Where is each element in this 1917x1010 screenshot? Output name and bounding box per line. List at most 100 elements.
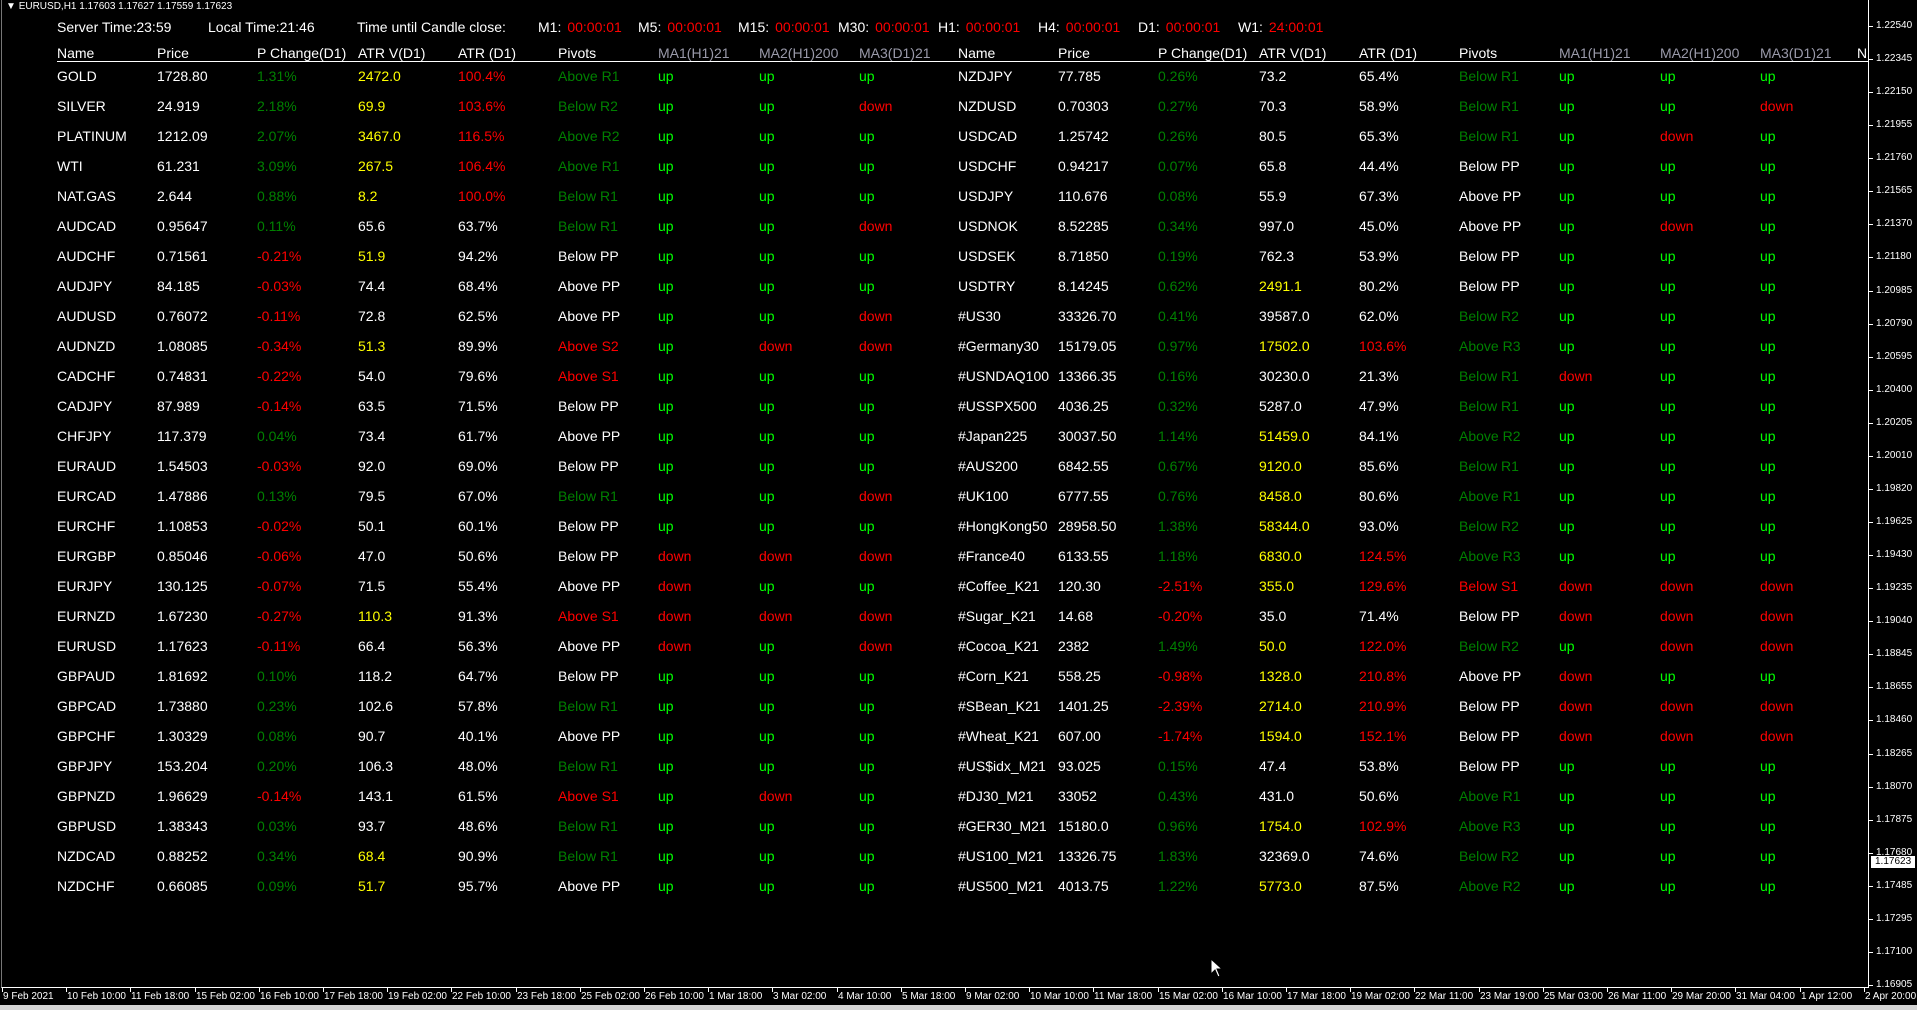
cell-name[interactable]: #Germany30 [958, 337, 1039, 355]
cell-name[interactable]: #USSPX500 [958, 397, 1037, 415]
price-tick [1869, 754, 1873, 755]
cell-atr-percent: 61.7% [458, 428, 498, 444]
cell-name[interactable]: #UK100 [958, 487, 1009, 505]
cell-name[interactable]: USDTRY [958, 277, 1015, 295]
column-header-atr-percent[interactable]: ATR (D1) [458, 45, 516, 61]
price-label: 1.17100 [1876, 946, 1913, 957]
cell-name[interactable]: #US$idx_M21 [958, 757, 1046, 775]
cell-atr-value: 71.5 [358, 578, 386, 594]
cell-name[interactable]: #DJ30_M21 [958, 787, 1034, 805]
cell-ma1: up [658, 728, 674, 744]
cell-p-change: -0.27% [257, 608, 302, 624]
cell-name[interactable]: #SBean_K21 [958, 697, 1041, 715]
cell-name[interactable]: AUDCAD [57, 217, 116, 235]
cell-name[interactable]: #Japan225 [958, 427, 1027, 445]
cell-name[interactable]: #AUS200 [958, 457, 1018, 475]
column-header-ma3[interactable]: MA3(D1)21 [859, 45, 931, 61]
column-header-atr-value[interactable]: ATR V(D1) [1259, 45, 1326, 61]
price-tick [1869, 787, 1873, 788]
cell-name[interactable]: NZDJPY [958, 67, 1012, 85]
cell-name[interactable]: #HongKong50 [958, 517, 1048, 535]
cell-pivots: Below R1 [1459, 128, 1519, 144]
cell-ma3: up [1760, 278, 1776, 294]
column-header-ma1[interactable]: MA1(H1)21 [658, 45, 730, 61]
cell-atr-percent: 87.5% [1359, 878, 1399, 894]
cell-atr-percent: 84.1% [1359, 428, 1399, 444]
column-header-ma2[interactable]: MA2(H1)200 [759, 45, 838, 61]
timer-label: H4: [1038, 19, 1060, 35]
cell-name[interactable]: EURGBP [57, 547, 116, 565]
collapse-triangle-icon[interactable]: ▼ [6, 1, 16, 12]
cell-name[interactable]: NAT.GAS [57, 187, 116, 205]
cell-price: 1.25742 [1058, 128, 1109, 144]
column-header-p-change[interactable]: P Change(D1) [1158, 45, 1247, 61]
cell-name[interactable]: USDCHF [958, 157, 1016, 175]
column-header-atr-percent[interactable]: ATR (D1) [1359, 45, 1417, 61]
time-label: 9 Feb 2021 [3, 991, 54, 1002]
cell-name[interactable]: #Coffee_K21 [958, 577, 1039, 595]
cell-name[interactable]: EURJPY [57, 577, 112, 595]
cell-pivots: Below PP [1459, 728, 1520, 744]
column-header-atr-value[interactable]: ATR V(D1) [358, 45, 425, 61]
column-header-ma2[interactable]: MA2(H1)200 [1660, 45, 1739, 61]
column-header-ma3[interactable]: MA3(D1)21 [1760, 45, 1832, 61]
cell-name[interactable]: GBPUSD [57, 817, 116, 835]
column-header-ma1[interactable]: MA1(H1)21 [1559, 45, 1631, 61]
cell-pivots: Below R2 [1459, 308, 1519, 324]
cell-name[interactable]: #France40 [958, 547, 1025, 565]
cell-name[interactable]: CADCHF [57, 367, 115, 385]
cell-name[interactable]: CADJPY [57, 397, 112, 415]
cell-name[interactable]: GBPCHF [57, 727, 115, 745]
column-header-name[interactable]: Name [57, 45, 94, 61]
cell-name[interactable]: EURNZD [57, 607, 115, 625]
cell-name[interactable]: AUDJPY [57, 277, 112, 295]
cell-name[interactable]: WTI [57, 157, 83, 175]
cell-name[interactable]: GBPCAD [57, 697, 116, 715]
column-header-name[interactable]: Name [958, 45, 995, 61]
cell-name[interactable]: #Wheat_K21 [958, 727, 1039, 745]
cell-name[interactable]: NZDCHF [57, 877, 115, 895]
cell-atr-value: 762.3 [1259, 248, 1295, 264]
cell-name[interactable]: #Cocoa_K21 [958, 637, 1039, 655]
cell-name[interactable]: USDNOK [958, 217, 1018, 235]
cell-name[interactable]: USDSEK [958, 247, 1016, 265]
cell-atr-value: 55.9 [1259, 188, 1287, 204]
column-header-price[interactable]: Price [1058, 45, 1090, 61]
cell-name[interactable]: #GER30_M21 [958, 817, 1047, 835]
price-label: 1.18845 [1876, 648, 1913, 659]
cell-name[interactable]: USDJPY [958, 187, 1013, 205]
cell-name[interactable]: GBPJPY [57, 757, 112, 775]
cell-name[interactable]: NZDUSD [958, 97, 1016, 115]
cell-ma3: up [859, 68, 875, 84]
cell-name[interactable]: GOLD [57, 67, 97, 85]
cell-name[interactable]: AUDUSD [57, 307, 116, 325]
cell-name[interactable]: GBPNZD [57, 787, 115, 805]
cell-name[interactable]: #Sugar_K21 [958, 607, 1036, 625]
cell-name[interactable]: #Corn_K21 [958, 667, 1029, 685]
cell-name[interactable]: #USNDAQ100 [958, 367, 1049, 385]
column-header-p-change[interactable]: P Change(D1) [257, 45, 346, 61]
cell-name[interactable]: #US100_M21 [958, 847, 1044, 865]
cell-name[interactable]: EURCHF [57, 517, 115, 535]
column-header-pivots[interactable]: Pivots [1459, 45, 1497, 61]
price-tick [1869, 919, 1873, 920]
cell-price: 0.85046 [157, 548, 208, 564]
cell-name[interactable]: EURUSD [57, 637, 116, 655]
cell-name[interactable]: GBPAUD [57, 667, 115, 685]
cell-name[interactable]: SILVER [57, 97, 106, 115]
cell-name[interactable]: CHFJPY [57, 427, 111, 445]
cell-name[interactable]: #US30 [958, 307, 1001, 325]
cell-name[interactable]: AUDCHF [57, 247, 115, 265]
column-header-pivots[interactable]: Pivots [558, 45, 596, 61]
cell-name[interactable]: EURCAD [57, 487, 116, 505]
cell-name[interactable]: AUDNZD [57, 337, 115, 355]
cell-name[interactable]: #US500_M21 [958, 877, 1044, 895]
cell-name[interactable]: USDCAD [958, 127, 1017, 145]
cell-p-change: 1.31% [257, 68, 297, 84]
cell-atr-percent: 53.9% [1359, 248, 1399, 264]
column-header-price[interactable]: Price [157, 45, 189, 61]
cell-name[interactable]: PLATINUM [57, 127, 127, 145]
cell-ma3: down [1760, 98, 1794, 114]
cell-name[interactable]: EURAUD [57, 457, 116, 475]
cell-name[interactable]: NZDCAD [57, 847, 115, 865]
